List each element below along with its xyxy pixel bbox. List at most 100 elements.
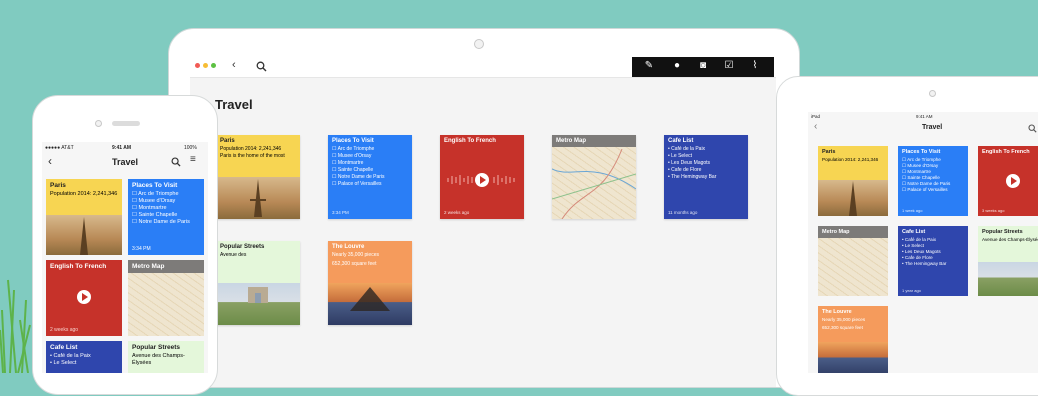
checklist-item[interactable]: ☐ Sainte Chapelle [332, 167, 408, 174]
louvre-pyramid-image [328, 283, 412, 325]
note-card-english-to-french[interactable]: English To French 2 weeks ago [46, 260, 122, 336]
card-title: The Louvre [822, 309, 852, 315]
card-title: Paris [50, 182, 66, 189]
toolbar-actions: ✎ ● ◙ ☑ ⌇ [632, 57, 774, 77]
arc-de-triomphe-image [978, 262, 1038, 296]
phone-screen: ●●●●● AT&T 9:41 AM 100% ‹ Travel ≡ Paris… [42, 142, 208, 373]
search-icon[interactable] [171, 157, 181, 167]
card-timestamp: 3 weeks ago [982, 208, 1005, 213]
card-title: Popular Streets [132, 344, 181, 351]
checkbox-icon[interactable]: ☑ [722, 60, 736, 71]
checklist-item[interactable]: ☐ Arc de Triomphe [332, 146, 408, 153]
play-icon[interactable] [475, 173, 489, 187]
close-window-dot[interactable] [195, 63, 200, 68]
checklist-item[interactable]: ☐ Musee d'Orsay [132, 198, 200, 205]
laptop-camera [474, 39, 484, 49]
note-card-popular-streets[interactable]: Popular Streets Avenue des Champs-Élysée… [978, 226, 1038, 296]
note-card-cafe-list[interactable]: Cafe List • Café de la Paix • Le Select … [898, 226, 968, 296]
card-text: 652,300 square feet [332, 261, 377, 267]
status-time: 9:41 AM [112, 145, 131, 151]
camera-icon[interactable]: ◙ [696, 60, 710, 71]
microphone-icon[interactable]: ● [670, 60, 684, 71]
checklist-item[interactable]: ☐ Palace of Versailles [902, 187, 964, 193]
card-title: Metro Map [128, 260, 204, 273]
note-card-popular-streets[interactable]: Popular Streets Avenue des Champs-Élysée… [128, 341, 204, 373]
bullet-list: • Café de la Paix • Le Select [46, 351, 122, 367]
carrier-label: iPad [811, 114, 821, 119]
list-item: • Le Select [668, 153, 692, 159]
card-text: Avenue des Champs-Élysées [982, 237, 1038, 242]
status-time: 9:41 AM [916, 114, 933, 119]
card-title: Places To Visit [132, 182, 178, 189]
page-title: Travel [215, 97, 253, 112]
note-card-metro-map[interactable]: Metro Map [552, 135, 636, 219]
zoom-window-dot[interactable] [211, 63, 216, 68]
checklist-item[interactable]: ☐ Sainte Chapelle [132, 212, 200, 219]
card-text: Nearly 35,000 pieces [332, 252, 379, 258]
minimize-window-dot[interactable] [203, 63, 208, 68]
search-icon[interactable] [1028, 124, 1037, 133]
note-card-english-to-french[interactable]: English To French 2 weeks ago [440, 135, 524, 219]
card-text: Population 2014: 2,241,346 [50, 191, 118, 197]
battery-label: 100% [184, 145, 197, 151]
checklist-item[interactable]: ☐ Palace of Versailles [332, 181, 408, 188]
page-title: Travel [112, 157, 139, 167]
checklist-item[interactable]: ☐ Montmartre [132, 205, 200, 212]
back-chevron-icon[interactable]: ‹ [48, 154, 52, 168]
note-card-english-to-french[interactable]: English To French 3 weeks ago [978, 146, 1038, 216]
laptop-screen: ‹ ✎ ● ◙ ☑ ⌇ Travel Paris Population 2014… [190, 57, 776, 387]
menu-icon[interactable]: ≡ [190, 154, 196, 165]
phone-camera [95, 120, 102, 127]
note-card-the-louvre[interactable]: The Louvre Nearly 35,000 pieces 652,300 … [328, 241, 412, 325]
checklist-item[interactable]: ☐ Notre Dame de Paris [132, 219, 200, 226]
bullet-list: • Café de la Paix • Le Select • Les Deux… [664, 144, 748, 181]
paperclip-icon[interactable]: ⌇ [748, 60, 762, 71]
list-item: • The Hemingway Bar [668, 174, 717, 180]
checklist: ☐ Arc de Triomphe ☐ Musee d'Orsay ☐ Mont… [898, 155, 968, 193]
list-item: • Le Select [50, 360, 77, 366]
checklist-item[interactable]: ☐ Montmartre [332, 160, 408, 167]
card-timestamp: 1 week ago [902, 208, 923, 213]
card-text: Population 2014: 2,241,346 [822, 157, 879, 162]
card-title: Cafe List [50, 344, 78, 351]
play-icon[interactable] [77, 290, 91, 304]
back-chevron-icon[interactable]: ‹ [232, 59, 236, 71]
card-title: Popular Streets [220, 244, 265, 250]
note-card-cafe-list[interactable]: Cafe List • Café de la Paix • Le Select [46, 341, 122, 373]
note-card-popular-streets[interactable]: Popular Streets Avenue des [216, 241, 300, 325]
play-icon[interactable] [1006, 174, 1020, 188]
note-card-metro-map[interactable]: Metro Map [128, 260, 204, 336]
checklist: ☐ Arc de Triomphe ☐ Musee d'Orsay ☐ Mont… [128, 189, 204, 226]
note-card-places-to-visit[interactable]: Places To Visit ☐ Arc de Triomphe ☐ Muse… [898, 146, 968, 216]
checklist-item[interactable]: ☐ Arc de Triomphe [132, 191, 200, 198]
card-title: English To French [982, 149, 1030, 155]
louvre-pyramid-image [818, 342, 888, 373]
checklist-item[interactable]: ☐ Musee d'Orsay [332, 153, 408, 160]
edit-note-icon[interactable]: ✎ [642, 60, 656, 71]
carrier-label: ●●●●● AT&T [45, 145, 74, 151]
card-title: Metro Map [818, 226, 888, 238]
note-card-paris[interactable]: Paris Population 2014: 2,241,346 [818, 146, 888, 216]
card-title: Popular Streets [982, 229, 1023, 235]
card-timestamp: 3:34 PM [132, 246, 151, 252]
note-card-places-to-visit[interactable]: Places To Visit ☐ Arc de Triomphe ☐ Muse… [128, 179, 204, 255]
checklist-item[interactable]: ☐ Notre Dame de Paris [332, 174, 408, 181]
note-card-places-to-visit[interactable]: Places To Visit ☐ Arc de Triomphe ☐ Muse… [328, 135, 412, 219]
tablet-screen: iPad 9:41 AM ‹ Travel Paris Population 2… [808, 112, 1038, 373]
card-text: 652,300 square feet [822, 325, 863, 330]
list-item: • Café de la Paix [50, 353, 91, 359]
card-timestamp: 3:34 PM [332, 210, 349, 215]
search-icon[interactable] [256, 61, 267, 72]
note-card-metro-map[interactable]: Metro Map [818, 226, 888, 296]
note-card-cafe-list[interactable]: Cafe List • Café de la Paix • Le Select … [664, 135, 748, 219]
note-card-paris[interactable]: Paris Population 2014: 2,241,346 Paris i… [216, 135, 300, 219]
card-title: Metro Map [552, 135, 636, 147]
note-card-the-louvre[interactable]: The Louvre Nearly 35,000 pieces 652,300 … [818, 306, 888, 373]
note-card-paris[interactable]: Paris Population 2014: 2,241,346 [46, 179, 122, 255]
list-item: • Cafe de Flore [668, 167, 702, 173]
card-title: Paris [822, 149, 836, 155]
back-chevron-icon[interactable]: ‹ [814, 121, 817, 132]
list-item: • Les Deux Magots [668, 160, 711, 166]
card-text: Avenue des Champs-Élysées [132, 353, 185, 366]
phone-speaker [112, 121, 140, 126]
